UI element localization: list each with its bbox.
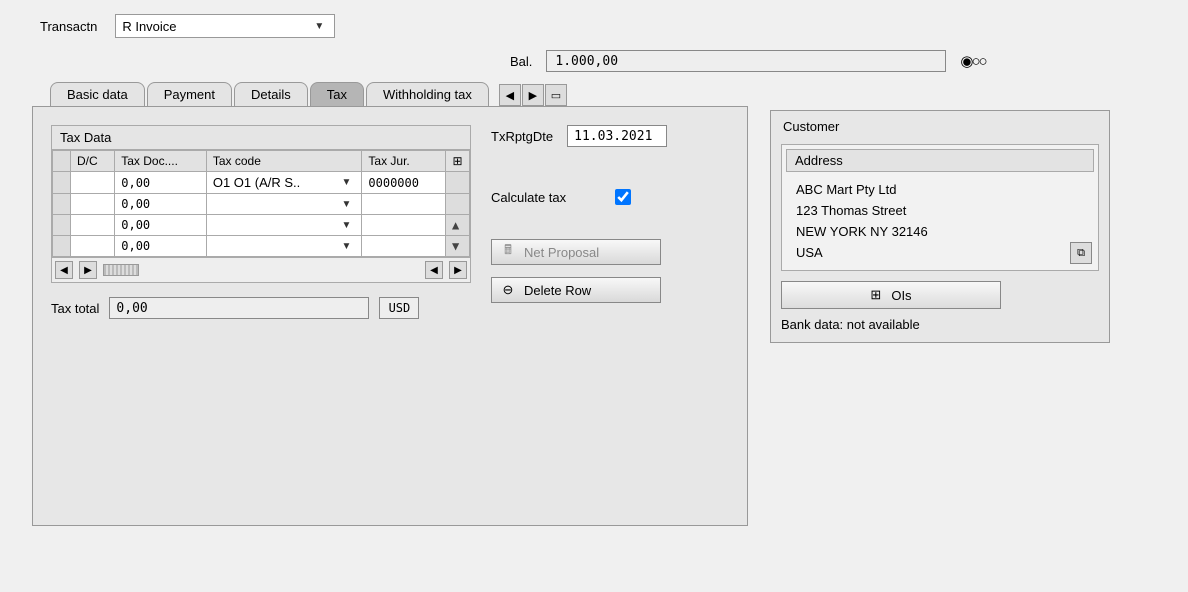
ois-button[interactable]: ⊞ OIs: [781, 281, 1001, 309]
tab-details[interactable]: Details: [234, 82, 308, 106]
tab-withholding-tax[interactable]: Withholding tax: [366, 82, 489, 106]
txrptgdte-field[interactable]: [567, 125, 667, 147]
calculator-icon: 🖩: [500, 241, 516, 263]
customer-panel: Customer Address ABC Mart Pty Ltd 123 Tho…: [770, 110, 1110, 343]
col-tax-jur[interactable]: Tax Jur.: [362, 151, 446, 172]
chevron-down-icon: ▼: [310, 21, 328, 32]
address-line: 123 Thomas Street: [796, 203, 1084, 218]
grid-scroll-right[interactable]: ▶: [79, 261, 97, 279]
tax-data-grid: D/C Tax Doc.... Tax code Tax Jur. ⊞ 0,00…: [52, 150, 470, 257]
grid-select-all[interactable]: [53, 151, 71, 172]
cell-tax-jur[interactable]: [362, 236, 446, 257]
cell-tax-code[interactable]: ▼: [206, 236, 362, 257]
bank-data-note: Bank data: not available: [781, 317, 1099, 332]
cell-tax-jur[interactable]: [362, 215, 446, 236]
chevron-down-icon: ▼: [337, 241, 355, 252]
col-dc[interactable]: D/C: [71, 151, 115, 172]
row-selector[interactable]: [53, 236, 71, 257]
grid-scroll-right-2[interactable]: ▶: [449, 261, 467, 279]
tab-basic-data[interactable]: Basic data: [50, 82, 145, 106]
cell-tax-code[interactable]: O1 O1 (A/R S..▼: [206, 172, 362, 194]
txrptgdte-label: TxRptgDte: [491, 129, 553, 144]
table-row: 0,00 ▼ ▲: [53, 215, 470, 236]
row-selector[interactable]: [53, 194, 71, 215]
cell-tax-jur[interactable]: 0000000: [362, 172, 446, 194]
tab-scroll-left[interactable]: ◀: [499, 84, 521, 106]
cell-tax-doc[interactable]: 0,00: [115, 215, 207, 236]
grid-scroll-left-2[interactable]: ◀: [425, 261, 443, 279]
transaction-label: Transactn: [40, 19, 97, 34]
address-line: ABC Mart Pty Ltd: [796, 182, 1084, 197]
table-row: 0,00O1 O1 (A/R S..▼0000000: [53, 172, 470, 194]
transaction-value: R Invoice: [122, 19, 310, 34]
col-tax-doc[interactable]: Tax Doc....: [115, 151, 207, 172]
tab-tax[interactable]: Tax: [310, 82, 364, 106]
delete-row-button[interactable]: ⊖ Delete Row: [491, 277, 661, 303]
cell-dc[interactable]: [71, 194, 115, 215]
balance-field[interactable]: [546, 50, 946, 72]
transaction-dropdown[interactable]: R Invoice ▼: [115, 14, 335, 38]
grid-vscroll[interactable]: ▼: [446, 236, 470, 257]
cell-tax-doc[interactable]: 0,00: [115, 236, 207, 257]
chevron-down-icon: ▼: [337, 220, 355, 231]
balance-label: Bal.: [510, 54, 532, 69]
ois-label: OIs: [891, 288, 911, 303]
tab-payment[interactable]: Payment: [147, 82, 232, 106]
tab-strip: Basic data Payment Details Tax Withholdi…: [50, 82, 748, 106]
address-line: NEW YORK NY 32146: [796, 224, 1084, 239]
cell-dc[interactable]: [71, 236, 115, 257]
tab-list-button[interactable]: ▭: [545, 84, 567, 106]
customer-address-header: Address: [786, 149, 1094, 172]
cell-tax-code[interactable]: ▼: [206, 194, 362, 215]
address-line: USA: [796, 245, 1084, 260]
ois-icon: ⊞: [870, 287, 881, 303]
row-selector[interactable]: [53, 215, 71, 236]
grid-vscroll[interactable]: [446, 194, 470, 215]
grid-drag-handle[interactable]: [103, 264, 139, 276]
col-tax-code[interactable]: Tax code: [206, 151, 362, 172]
tax-data-panel: Tax Data D/C Tax Doc.... Tax code Tax Ju…: [51, 125, 471, 283]
chevron-down-icon: ▼: [337, 199, 355, 210]
traffic-light-icon: ◉○○: [960, 52, 985, 70]
tab-body-tax: Tax Data D/C Tax Doc.... Tax code Tax Ju…: [32, 106, 748, 526]
cell-tax-code[interactable]: ▼: [206, 215, 362, 236]
customer-panel-title: Customer: [777, 117, 1103, 136]
calculate-tax-label: Calculate tax: [491, 190, 601, 205]
net-proposal-button[interactable]: 🖩 Net Proposal: [491, 239, 661, 265]
cell-tax-doc[interactable]: 0,00: [115, 172, 207, 194]
net-proposal-label: Net Proposal: [524, 245, 599, 260]
chevron-down-icon: ▼: [337, 177, 355, 188]
cell-dc[interactable]: [71, 172, 115, 194]
table-row: 0,00 ▼: [53, 194, 470, 215]
tax-total-label: Tax total: [51, 301, 99, 316]
cell-dc[interactable]: [71, 215, 115, 236]
address-detail-icon[interactable]: ⧉: [1070, 242, 1092, 264]
tax-data-title: Tax Data: [52, 126, 470, 150]
grid-vscroll[interactable]: [446, 172, 470, 194]
tab-scroll-right[interactable]: ▶: [522, 84, 544, 106]
cell-tax-jur[interactable]: [362, 194, 446, 215]
delete-row-icon: ⊖: [500, 282, 516, 298]
tax-total-unit: USD: [379, 297, 419, 319]
cell-tax-doc[interactable]: 0,00: [115, 194, 207, 215]
grid-scroll-left[interactable]: ◀: [55, 261, 73, 279]
grid-config-icon[interactable]: ⊞: [446, 151, 470, 172]
delete-row-label: Delete Row: [524, 283, 591, 298]
tax-total-field[interactable]: [109, 297, 369, 319]
table-row: 0,00 ▼ ▼: [53, 236, 470, 257]
grid-vscroll[interactable]: ▲: [446, 215, 470, 236]
calculate-tax-checkbox[interactable]: [615, 189, 631, 205]
row-selector[interactable]: [53, 172, 71, 194]
grid-footer: ◀ ▶ ◀ ▶: [52, 257, 470, 282]
customer-address-block: Address ABC Mart Pty Ltd 123 Thomas Stree…: [781, 144, 1099, 271]
